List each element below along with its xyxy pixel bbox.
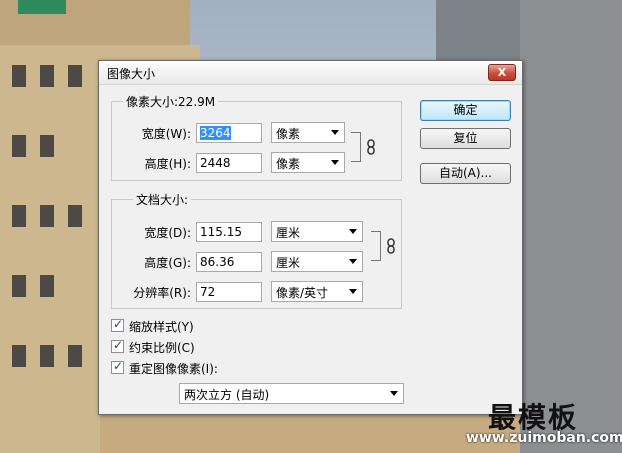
pixel-width-input[interactable]: 3264 — [196, 123, 262, 143]
resolution-unit: 像素/英寸 — [276, 286, 329, 300]
doc-height-input[interactable]: 86.36 — [196, 252, 262, 272]
chevron-down-icon — [331, 160, 339, 165]
doc-height-label: 高度(G): — [144, 256, 191, 270]
pixel-dimensions-label: 像素大小:22.9M — [123, 93, 219, 110]
background-building-bottom — [100, 415, 520, 453]
resolution-input[interactable]: 72 — [196, 282, 262, 302]
scale-styles-label: 缩放样式(Y) — [129, 320, 194, 334]
chevron-down-icon — [349, 259, 357, 264]
doc-height-unit-select[interactable]: 厘米 — [271, 251, 363, 272]
pixel-height-value: 2448 — [200, 156, 231, 170]
image-size-dialog: 图像大小 X 像素大小:22.9M 宽度(W): 3264 像素 高度(H): … — [98, 60, 523, 415]
resample-method-select[interactable]: 两次立方 (自动) — [179, 383, 404, 404]
ok-button[interactable]: 确定 — [420, 100, 511, 121]
pixel-width-value: 3264 — [200, 126, 231, 140]
auto-button[interactable]: 自动(A)... — [420, 163, 511, 184]
background-building-right — [520, 0, 622, 453]
scale-styles-checkbox[interactable]: ✓ — [111, 317, 124, 332]
reset-button[interactable]: 复位 — [420, 128, 511, 149]
resample-image-label: 重定图像像素(I): — [129, 362, 218, 376]
chevron-down-icon — [349, 229, 357, 234]
pixel-height-unit: 像素 — [276, 157, 301, 171]
pixel-height-label: 高度(H): — [144, 157, 191, 171]
constrain-proportions-label: 约束比例(C) — [129, 341, 195, 355]
background-sign — [18, 0, 66, 14]
pixel-width-unit: 像素 — [276, 127, 301, 141]
resolution-unit-select[interactable]: 像素/英寸 — [271, 281, 363, 302]
chevron-down-icon — [331, 130, 339, 135]
doc-link-bracket — [371, 231, 381, 261]
document-size-label: 文档大小: — [133, 191, 192, 208]
watermark-url: www.zuimoban.com — [466, 430, 622, 446]
pixel-link-bracket — [351, 132, 361, 162]
chain-link-icon — [387, 238, 395, 254]
resample-method-value: 两次立方 (自动) — [184, 388, 270, 402]
chevron-down-icon — [390, 391, 398, 396]
resample-image-checkbox[interactable]: ✓ — [111, 359, 124, 374]
chain-link-icon — [367, 139, 375, 155]
resolution-value: 72 — [200, 285, 216, 299]
doc-width-unit-select[interactable]: 厘米 — [271, 221, 363, 242]
checkmark-icon: ✓ — [113, 359, 124, 373]
doc-height-value: 86.36 — [200, 255, 235, 269]
doc-width-label: 宽度(D): — [144, 226, 191, 240]
constrain-proportions-checkbox[interactable]: ✓ — [111, 338, 124, 353]
dialog-titlebar[interactable]: 图像大小 X — [99, 61, 522, 85]
pixel-width-label: 宽度(W): — [141, 127, 191, 141]
resolution-label: 分辨率(R): — [133, 286, 191, 300]
close-button[interactable]: X — [488, 64, 516, 81]
pixel-height-unit-select[interactable]: 像素 — [271, 152, 345, 173]
checkmark-icon: ✓ — [113, 338, 124, 352]
doc-width-unit: 厘米 — [276, 226, 301, 240]
dialog-title: 图像大小 — [107, 67, 156, 81]
pixel-width-unit-select[interactable]: 像素 — [271, 122, 345, 143]
doc-height-unit: 厘米 — [276, 256, 301, 270]
doc-width-value: 115.15 — [200, 225, 242, 239]
chevron-down-icon — [349, 289, 357, 294]
doc-width-input[interactable]: 115.15 — [196, 222, 262, 242]
pixel-height-input[interactable]: 2448 — [196, 153, 262, 173]
checkmark-icon: ✓ — [113, 317, 124, 331]
